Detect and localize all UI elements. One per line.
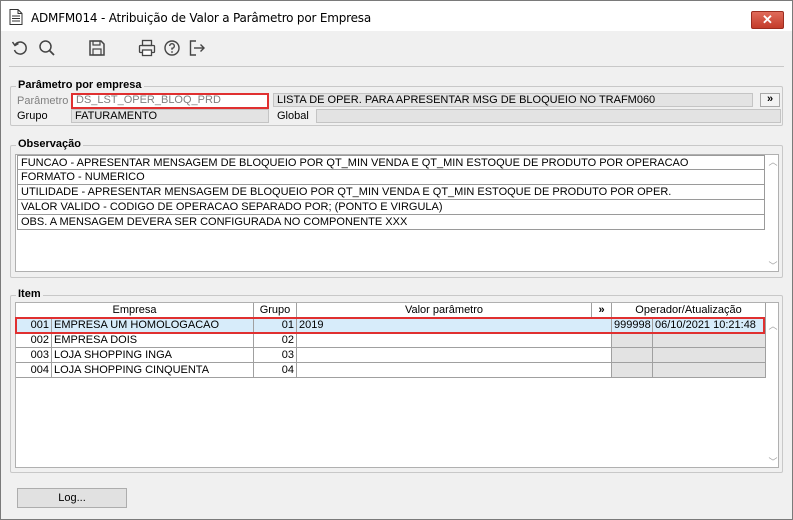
row-grupo: 02 — [254, 333, 297, 348]
row-operador — [612, 333, 653, 348]
row-empresa: LOJA SHOPPING INGA — [52, 348, 254, 363]
exit-icon[interactable] — [188, 39, 206, 57]
observacao-line: VALOR VALIDO - CODIGO DE OPERACAO SEPARA… — [17, 200, 765, 215]
row-grupo: 01 — [254, 318, 297, 333]
parametro-description-field: LISTA DE OPER. PARA APRESENTAR MSG DE BL… — [273, 93, 753, 107]
print-icon[interactable] — [138, 39, 156, 57]
row-empresa: LOJA SHOPPING CINQUENTA — [52, 363, 254, 378]
parametro-group: Parâmetro por empresa Parâmetro DS_LST_O… — [10, 79, 783, 126]
row-code: 001 — [16, 318, 52, 333]
toolbar — [1, 32, 792, 64]
row-empresa: EMPRESA UM HOMOLOGACAO — [52, 318, 254, 333]
document-icon — [9, 9, 23, 25]
log-button[interactable]: Log... — [17, 488, 127, 508]
refresh-icon[interactable] — [11, 39, 29, 57]
row-valor[interactable] — [297, 348, 612, 363]
header-grupo[interactable]: Grupo — [254, 303, 297, 318]
row-valor[interactable] — [297, 363, 612, 378]
global-label: Global — [277, 110, 309, 122]
row-atualizacao — [653, 363, 766, 378]
row-empresa: EMPRESA DOIS — [52, 333, 254, 348]
parametro-more-button[interactable]: » — [760, 93, 780, 107]
row-operador — [612, 363, 653, 378]
observacao-line: UTILIDADE - APRESENTAR MENSAGEM DE BLOQU… — [17, 185, 765, 200]
scroll-down-icon[interactable]: ﹀ — [766, 455, 780, 468]
observacao-group: Observação FUNCAO - APRESENTAR MENSAGEM … — [10, 138, 783, 278]
header-empresa[interactable]: Empresa — [16, 303, 254, 318]
row-valor[interactable] — [297, 333, 612, 348]
title-bar: ADMFM014 - Atribuição de Valor a Parâmet… — [1, 1, 792, 31]
global-field — [316, 109, 781, 123]
grupo-field: FATURAMENTO — [71, 109, 269, 123]
header-valor[interactable]: Valor parâmetro — [297, 303, 592, 318]
item-group: Item Empresa Grupo Valor parâmetro » Ope… — [10, 288, 783, 473]
observacao-list[interactable]: FUNCAO - APRESENTAR MENSAGEM DE BLOQUEIO… — [15, 154, 779, 272]
parametro-input[interactable]: DS_LST_OPER_BLOQ_PRD — [71, 93, 269, 109]
toolbar-separator — [9, 66, 784, 67]
table-row[interactable]: 003 LOJA SHOPPING INGA 03 — [16, 348, 766, 363]
observacao-line: FUNCAO - APRESENTAR MENSAGEM DE BLOQUEIO… — [17, 155, 765, 170]
search-icon[interactable] — [38, 39, 56, 57]
header-operador[interactable]: Operador/Atualização — [612, 303, 766, 318]
parametro-label: Parâmetro — [17, 95, 69, 107]
help-icon[interactable] — [163, 39, 181, 57]
row-grupo: 03 — [254, 348, 297, 363]
window-title: ADMFM014 - Atribuição de Valor a Parâmet… — [31, 11, 371, 25]
row-code: 003 — [16, 348, 52, 363]
item-grid[interactable]: Empresa Grupo Valor parâmetro » Operador… — [15, 302, 779, 468]
scroll-up-icon[interactable]: ︿ — [766, 319, 780, 332]
row-operador: 999998 — [612, 318, 653, 333]
observacao-group-title: Observação — [16, 138, 83, 150]
grupo-label: Grupo — [17, 110, 48, 122]
scroll-down-icon[interactable]: ﹀ — [766, 259, 780, 272]
application-window: ADMFM014 - Atribuição de Valor a Parâmet… — [0, 0, 793, 520]
row-atualizacao — [653, 333, 766, 348]
item-group-title: Item — [16, 288, 43, 300]
observacao-line: FORMATO - NUMERICO — [17, 170, 765, 185]
scroll-up-icon[interactable]: ︿ — [766, 155, 780, 168]
close-button[interactable]: ✕ — [751, 11, 784, 29]
table-row[interactable]: 004 LOJA SHOPPING CINQUENTA 04 — [16, 363, 766, 378]
row-atualizacao — [653, 348, 766, 363]
row-code: 002 — [16, 333, 52, 348]
save-icon[interactable] — [88, 39, 106, 57]
header-valor-more-button[interactable]: » — [592, 303, 612, 318]
table-row[interactable]: 002 EMPRESA DOIS 02 — [16, 333, 766, 348]
row-atualizacao: 06/10/2021 10:21:48 — [653, 318, 766, 333]
observacao-line: OBS. A MENSAGEM DEVERA SER CONFIGURADA N… — [17, 215, 765, 230]
table-row[interactable]: 001 EMPRESA UM HOMOLOGACAO 01 2019 99999… — [16, 318, 766, 333]
row-grupo: 04 — [254, 363, 297, 378]
row-code: 004 — [16, 363, 52, 378]
row-valor[interactable]: 2019 — [297, 318, 612, 333]
row-operador — [612, 348, 653, 363]
parametro-group-title: Parâmetro por empresa — [16, 79, 144, 91]
